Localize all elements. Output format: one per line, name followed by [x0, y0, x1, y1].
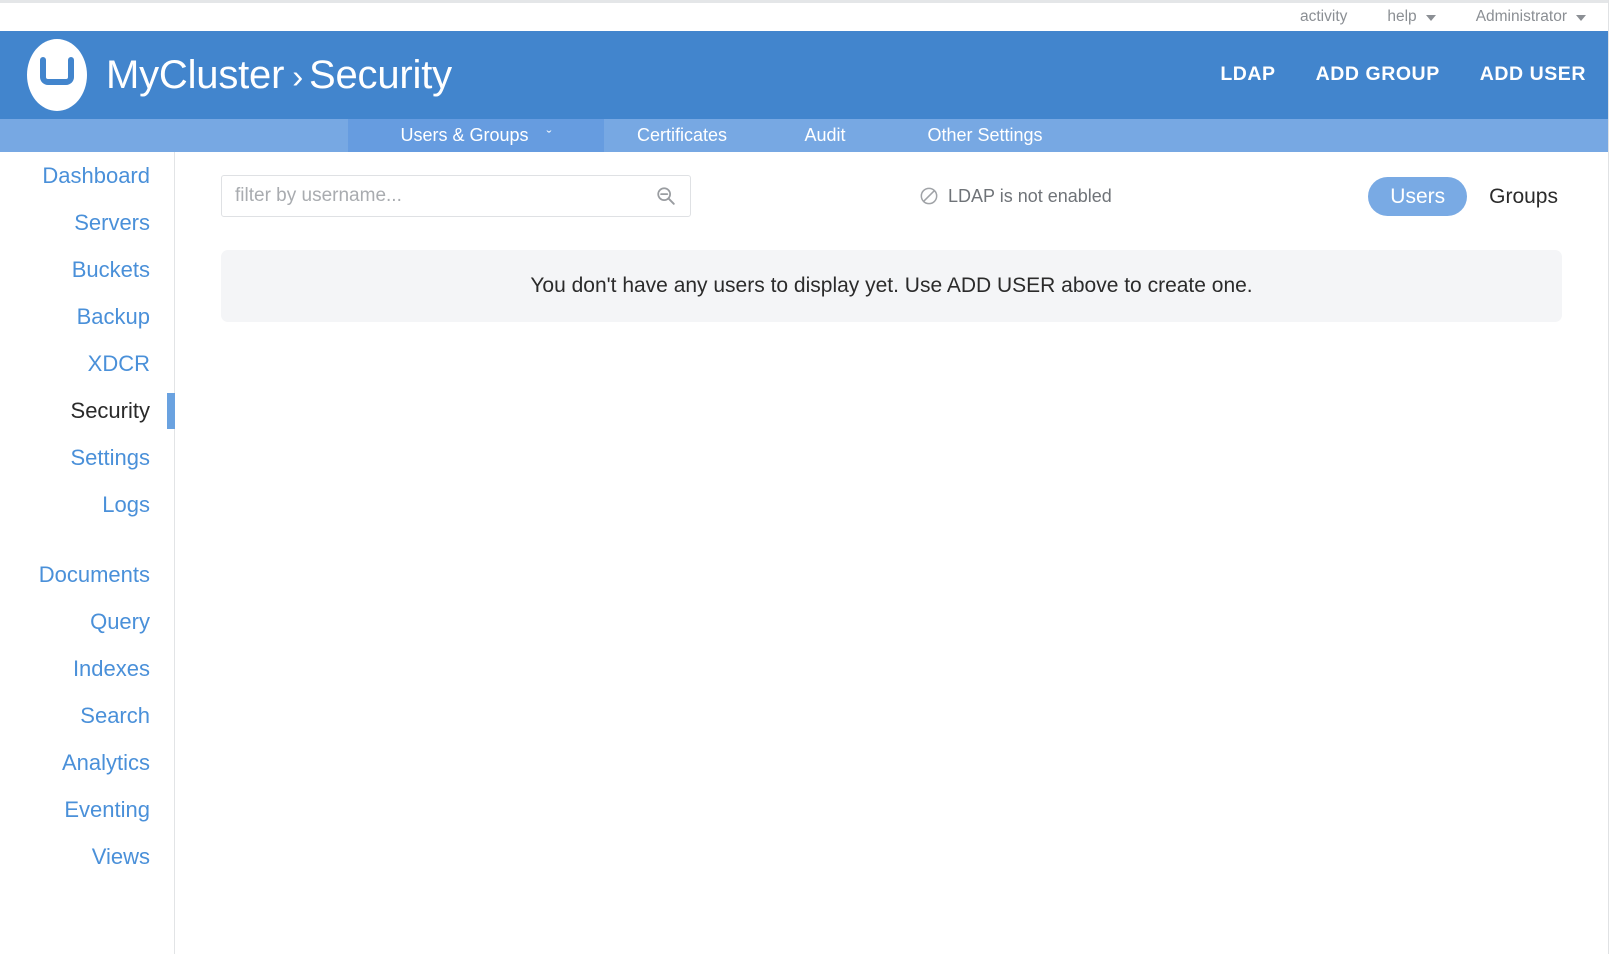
help-menu[interactable]: help: [1387, 9, 1435, 25]
sidebar-item-label: Query: [90, 609, 150, 635]
sidebar-item-eventing[interactable]: Eventing: [0, 786, 174, 833]
ldap-status-label: LDAP is not enabled: [948, 186, 1112, 207]
sidebar-item-label: Settings: [71, 445, 151, 471]
sidebar-item-label: Documents: [39, 562, 150, 588]
sidebar-item-label: Views: [92, 844, 150, 870]
activity-label: activity: [1300, 9, 1347, 25]
users-toolbar: LDAP is not enabled Users Groups: [221, 175, 1562, 217]
sidebar-item-security[interactable]: Security: [0, 387, 174, 434]
users-groups-toggle: Users Groups: [1368, 177, 1562, 216]
tab-other-settings[interactable]: Other Settings: [890, 119, 1080, 152]
tab-audit-label: Audit: [804, 125, 845, 146]
main-content: LDAP is not enabled Users Groups You don…: [175, 152, 1608, 954]
sidebar-item-analytics[interactable]: Analytics: [0, 739, 174, 786]
administrator-menu[interactable]: Administrator: [1476, 9, 1586, 25]
brand[interactable]: MyCluster › Security: [22, 39, 1180, 111]
administrator-label: Administrator: [1476, 9, 1567, 25]
sidebar-item-indexes[interactable]: Indexes: [0, 645, 174, 692]
add-user-button[interactable]: ADD USER: [1480, 65, 1586, 85]
sidebar-item-label: Buckets: [72, 257, 150, 283]
sidebar: Dashboard Servers Buckets Backup XDCR Se…: [0, 152, 175, 954]
chevron-down-icon: [1576, 15, 1586, 21]
sidebar-item-documents[interactable]: Documents: [0, 551, 174, 598]
header-actions: LDAP ADD GROUP ADD USER: [1180, 65, 1586, 85]
add-group-button[interactable]: ADD GROUP: [1316, 65, 1440, 85]
sidebar-group-data: Documents Query Indexes Search Analytics…: [0, 551, 174, 880]
activity-link[interactable]: activity: [1300, 9, 1347, 25]
cluster-name: MyCluster: [106, 55, 284, 95]
user-bar: activity help Administrator: [0, 3, 1608, 31]
search-input[interactable]: [221, 175, 691, 217]
sidebar-item-label: Backup: [77, 304, 150, 330]
page-scrollbar[interactable]: [1608, 0, 1614, 954]
sidebar-item-label: Logs: [102, 492, 150, 518]
sidebar-item-search[interactable]: Search: [0, 692, 174, 739]
chevron-down-icon: ˇ: [547, 129, 552, 144]
ldap-status: LDAP is not enabled: [919, 186, 1112, 207]
sidebar-item-buckets[interactable]: Buckets: [0, 246, 174, 293]
empty-state-panel: You don't have any users to display yet.…: [221, 250, 1562, 322]
help-label: help: [1387, 9, 1416, 25]
toggle-groups[interactable]: Groups: [1467, 177, 1562, 216]
app-header: MyCluster › Security LDAP ADD GROUP ADD …: [0, 31, 1608, 119]
sidebar-item-label: Servers: [74, 210, 150, 236]
sidebar-item-label: Analytics: [62, 750, 150, 776]
sidebar-item-label: XDCR: [88, 351, 150, 377]
tab-users-and-groups[interactable]: Users & Groups ˇ: [348, 119, 604, 152]
sidebar-item-label: Search: [80, 703, 150, 729]
page-title: Security: [309, 55, 452, 95]
sidebar-group-cluster: Dashboard Servers Buckets Backup XDCR Se…: [0, 152, 174, 528]
sidebar-item-label: Dashboard: [42, 163, 150, 189]
sidebar-item-dashboard[interactable]: Dashboard: [0, 152, 174, 199]
tab-certificates-label: Certificates: [637, 125, 727, 146]
breadcrumb: MyCluster › Security: [106, 55, 452, 95]
sidebar-item-views[interactable]: Views: [0, 833, 174, 880]
toggle-users[interactable]: Users: [1368, 177, 1467, 216]
filter-field-wrapper: [221, 175, 691, 217]
sidebar-item-settings[interactable]: Settings: [0, 434, 174, 481]
sidebar-item-query[interactable]: Query: [0, 598, 174, 645]
sidebar-item-label: Indexes: [73, 656, 150, 682]
sidebar-item-logs[interactable]: Logs: [0, 481, 174, 528]
sub-navigation: Users & Groups ˇ Certificates Audit Othe…: [0, 119, 1608, 152]
sidebar-item-servers[interactable]: Servers: [0, 199, 174, 246]
sidebar-item-label: Security: [71, 398, 150, 424]
couchbase-logo-icon: [22, 39, 88, 111]
sidebar-item-xdcr[interactable]: XDCR: [0, 340, 174, 387]
ldap-button[interactable]: LDAP: [1220, 65, 1275, 85]
breadcrumb-separator-icon: ›: [292, 60, 303, 93]
tab-other-settings-label: Other Settings: [927, 125, 1042, 146]
empty-state-message: You don't have any users to display yet.…: [530, 274, 1252, 298]
prohibited-icon: [919, 186, 939, 206]
sidebar-item-backup[interactable]: Backup: [0, 293, 174, 340]
tab-users-and-groups-label: Users & Groups: [400, 125, 528, 146]
sidebar-item-label: Eventing: [64, 797, 150, 823]
tab-certificates[interactable]: Certificates: [604, 119, 760, 152]
chevron-down-icon: [1426, 15, 1436, 21]
tab-audit[interactable]: Audit: [760, 119, 890, 152]
